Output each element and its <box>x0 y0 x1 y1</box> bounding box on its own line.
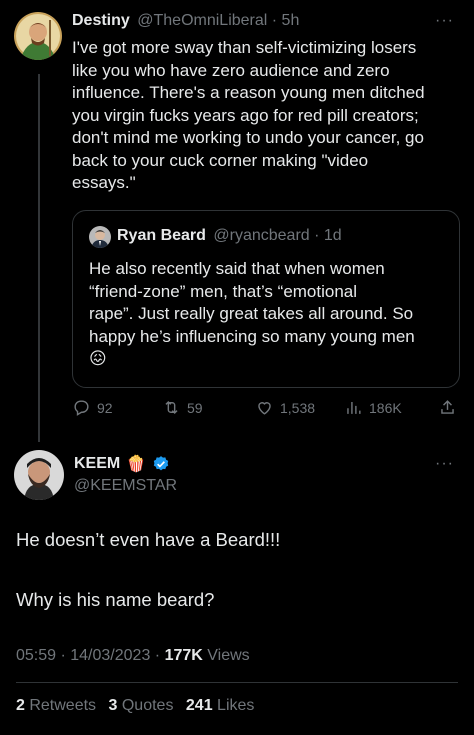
quote-text: He also recently said that when women “f… <box>89 258 455 371</box>
heart-icon <box>258 402 271 415</box>
like-button[interactable]: 1,538 <box>255 398 315 417</box>
main-tweet-text-line-1: He doesn’t even have a Beard!!! <box>16 529 281 550</box>
views-count: 177K <box>164 647 203 664</box>
verified-badge-icon <box>153 456 169 471</box>
views-label: Views <box>202 647 250 664</box>
thread-connector-line <box>38 74 40 442</box>
share-icon <box>441 400 454 414</box>
more-options-icon[interactable]: ··· <box>435 12 454 30</box>
analytics-icon <box>347 401 361 414</box>
parent-tweet-actions: 92 59 1,538 186K <box>72 398 462 420</box>
more-options-icon[interactable]: ··· <box>435 455 454 473</box>
timestamp[interactable]: 05:59 · 14/03/2023 · <box>16 647 165 664</box>
likes-stat[interactable]: 241 Likes <box>186 697 255 714</box>
confounded-face-emoji: 😖 <box>89 349 107 368</box>
main-tweet-author[interactable]: KEEM 🍿 <box>74 454 170 474</box>
destiny-avatar[interactable] <box>14 12 62 60</box>
author-handle-time[interactable]: @TheOmniLiberal · 5h <box>137 12 299 29</box>
share-button[interactable] <box>438 398 457 417</box>
quotes-stat[interactable]: 3 Quotes <box>109 697 174 714</box>
divider <box>16 682 458 683</box>
quote-author-name: Ryan Beard <box>117 227 206 244</box>
author-name: KEEM <box>74 455 121 472</box>
quoted-tweet[interactable]: Ryan Beard @ryancbeard · 1d He also rece… <box>72 210 460 388</box>
author-name[interactable]: Destiny <box>72 12 130 29</box>
retweets-stat[interactable]: 2 Retweets <box>16 697 96 714</box>
engagement-stats: 2 Retweets 3 Quotes 241 Likes <box>16 697 254 715</box>
retweet-icon <box>165 400 178 415</box>
parent-tweet-text: I've got more sway than self-victimizing… <box>72 38 425 192</box>
views-button[interactable]: 186K <box>344 398 402 417</box>
reply-icon <box>74 400 89 416</box>
keem-avatar[interactable] <box>14 450 64 500</box>
reply-button[interactable]: 92 <box>72 398 113 417</box>
popcorn-emoji: 🍿 <box>126 456 147 473</box>
ryan-beard-avatar <box>89 226 111 248</box>
author-handle[interactable]: @KEEMSTAR <box>74 477 177 495</box>
quote-header: Ryan Beard @ryancbeard · 1d <box>117 227 342 245</box>
main-tweet-text-line-2: Why is his name beard? <box>16 589 215 610</box>
retweet-button[interactable]: 59 <box>162 398 203 417</box>
parent-tweet-header: Destiny @TheOmniLiberal · 5h <box>72 12 299 30</box>
quote-handle-time: @ryancbeard · 1d <box>213 227 342 244</box>
tweet-meta: 05:59 · 14/03/2023 · 177K Views <box>16 647 250 665</box>
